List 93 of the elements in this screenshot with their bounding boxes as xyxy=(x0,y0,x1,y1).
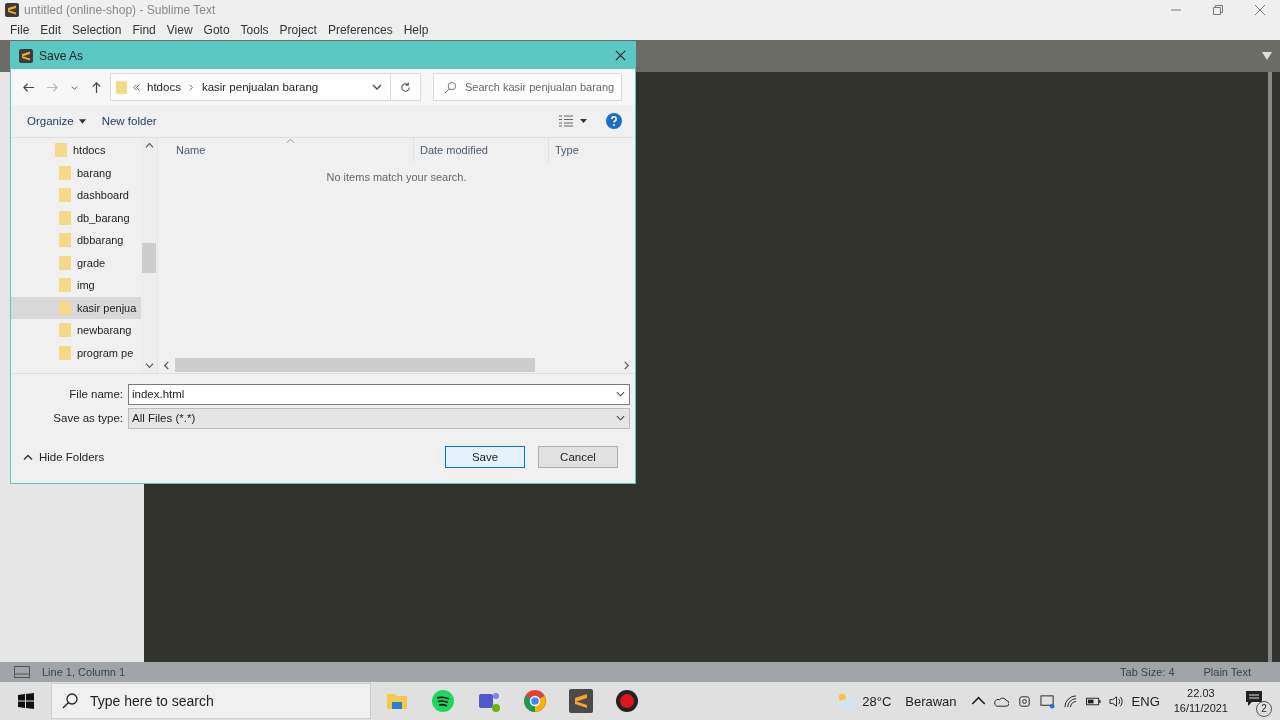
breadcrumb[interactable]: htdocs xyxy=(147,81,181,93)
cursor-position: Line 1, Column 1 xyxy=(42,666,126,678)
column-header[interactable]: Date modified xyxy=(414,138,549,162)
camera-icon[interactable] xyxy=(1016,693,1032,709)
taskbar-search-field[interactable]: Type here to search xyxy=(51,683,371,719)
scroll-thumb[interactable] xyxy=(142,243,156,273)
folder-tree-item[interactable]: program pe xyxy=(11,341,141,364)
view-options-icon[interactable] xyxy=(558,115,588,127)
menu-item[interactable]: View xyxy=(161,23,199,37)
folder-icon xyxy=(59,300,71,315)
menu-item[interactable]: Selection xyxy=(67,23,128,37)
music-app-icon[interactable] xyxy=(431,689,455,713)
address-bar[interactable]: htdocs kasir penjualan barang xyxy=(110,73,421,101)
menu-item[interactable]: Project xyxy=(274,23,323,37)
folder-tree-item[interactable]: grade xyxy=(11,251,141,274)
chevron-down-icon[interactable] xyxy=(372,82,382,92)
folder-icon xyxy=(55,143,67,158)
folder-icon xyxy=(59,345,71,360)
folder-tree-item[interactable]: db_barang xyxy=(11,206,141,229)
folder-tree-item[interactable]: barang xyxy=(11,161,141,184)
folder-icon xyxy=(59,210,71,225)
folder-icon xyxy=(116,80,127,94)
tab-size[interactable]: Tab Size: 4 xyxy=(1120,666,1175,678)
screen-icon[interactable] xyxy=(1039,693,1055,709)
breadcrumb[interactable]: kasir penjualan barang xyxy=(201,81,319,93)
scroll-left-icon[interactable] xyxy=(163,360,170,370)
hide-folders-button[interactable]: Hide Folders xyxy=(23,451,105,463)
temperature[interactable]: 28°C xyxy=(862,693,892,709)
folder-icon xyxy=(59,165,71,180)
folder-tree-item[interactable]: dashboard xyxy=(11,184,141,207)
dropdown-icon[interactable] xyxy=(1262,52,1272,60)
chevron-right-icon[interactable] xyxy=(187,83,195,91)
folder-icon xyxy=(59,188,71,203)
chevron-down-icon[interactable] xyxy=(616,415,625,421)
windows-icon[interactable] xyxy=(18,693,34,709)
volume-icon[interactable] xyxy=(1108,693,1124,709)
sort-icon xyxy=(286,138,295,144)
organize-button[interactable]: Organize xyxy=(27,115,86,127)
close-icon[interactable] xyxy=(1254,4,1266,16)
record-icon[interactable] xyxy=(615,689,639,713)
wifi-icon[interactable] xyxy=(1062,693,1078,709)
menu-item[interactable]: Tools xyxy=(235,23,275,37)
notification-count: 2 xyxy=(1256,701,1272,717)
language-indicator[interactable]: ENG xyxy=(1131,693,1160,709)
file-name-field[interactable]: index.html xyxy=(128,383,630,405)
folder-icon xyxy=(59,255,71,270)
menu-item[interactable]: Find xyxy=(127,23,162,37)
column-header[interactable]: Name xyxy=(158,138,414,162)
folder-tree-item[interactable]: htdocs xyxy=(11,139,141,162)
restore-icon[interactable] xyxy=(1212,4,1224,16)
field-label: Save as type: xyxy=(52,412,124,424)
folder-icon xyxy=(59,233,71,248)
menu-item[interactable]: Preferences xyxy=(322,23,399,37)
menu-item[interactable]: Goto xyxy=(198,23,236,37)
panel-icon[interactable] xyxy=(14,666,30,678)
menu-item[interactable]: Edit xyxy=(35,23,68,37)
scroll-thumb[interactable] xyxy=(175,358,535,372)
folder-tree-item[interactable]: kasir penjua xyxy=(11,296,141,319)
refresh-icon[interactable] xyxy=(399,80,412,94)
scroll-right-icon[interactable] xyxy=(623,360,630,370)
up-icon[interactable] xyxy=(90,80,103,94)
clock[interactable]: 22.03 16/11/2021 xyxy=(1173,686,1228,716)
syntax-label[interactable]: Plain Text xyxy=(1203,666,1251,678)
dialog-title: Save As xyxy=(39,48,84,63)
cancel-button[interactable]: Cancel xyxy=(538,446,618,468)
weather-condition[interactable]: Berawan xyxy=(905,693,957,709)
help-icon[interactable] xyxy=(606,113,622,129)
search-field[interactable]: Search kasir penjualan barang xyxy=(433,73,622,101)
folder-icon xyxy=(59,323,71,338)
menu-item[interactable]: Help xyxy=(398,23,435,37)
field-label: File name: xyxy=(68,388,124,400)
search-icon xyxy=(62,693,78,709)
new-folder-button[interactable]: New folder xyxy=(101,115,157,127)
browser-icon[interactable] xyxy=(523,689,547,713)
double-chevron-left-icon[interactable] xyxy=(133,83,140,91)
menu-item[interactable]: File xyxy=(5,23,36,37)
scroll-down-icon[interactable] xyxy=(144,361,154,370)
folder-tree-item[interactable]: img xyxy=(11,274,141,297)
column-header[interactable]: Type xyxy=(549,138,635,162)
search-icon xyxy=(444,80,457,94)
caret-icon xyxy=(78,118,86,124)
empty-message: No items match your search. xyxy=(325,170,468,185)
folder-icon xyxy=(59,278,71,293)
chevron-down-icon[interactable] xyxy=(616,391,625,397)
save-button[interactable]: Save xyxy=(445,446,525,468)
scrollbar[interactable] xyxy=(1268,72,1280,662)
folder-tree-item[interactable]: newbarang xyxy=(11,319,141,342)
scroll-up-icon[interactable] xyxy=(144,141,154,150)
folder-tree-item[interactable]: dbbarang xyxy=(11,229,141,252)
window-title: untitled (online-shop) - Sublime Text xyxy=(24,3,216,17)
chevron-up-icon xyxy=(23,453,33,461)
save-type-dropdown[interactable]: All Files (*.*) xyxy=(128,407,630,429)
close-icon[interactable] xyxy=(615,50,626,61)
